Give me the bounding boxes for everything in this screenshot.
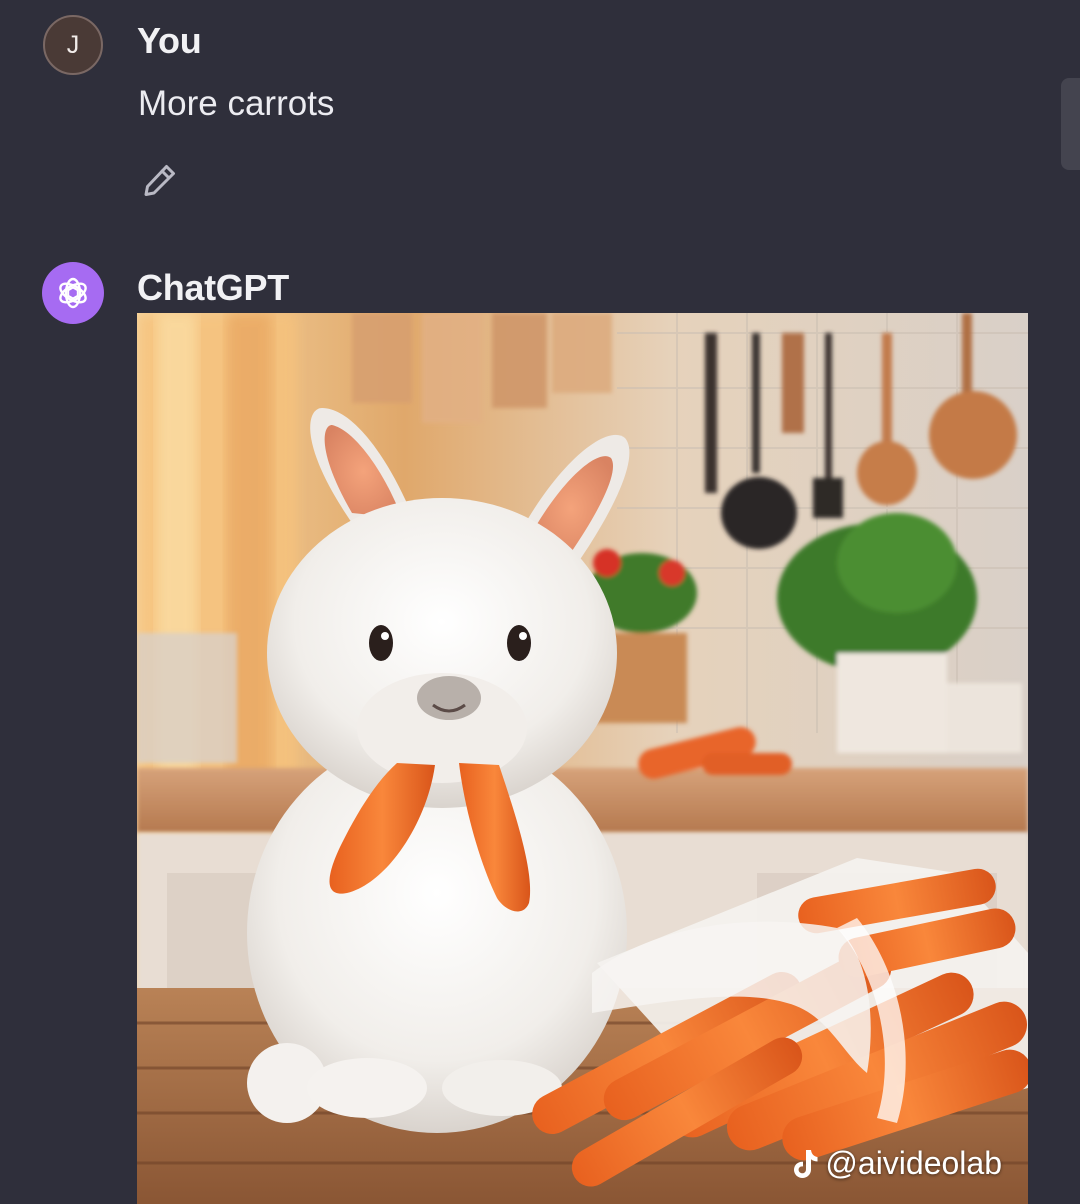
watermark-text: @aivideolab <box>825 1145 1002 1181</box>
chatgpt-author-name: ChatGPT <box>137 267 289 308</box>
chatgpt-avatar <box>42 262 104 324</box>
pencil-icon <box>144 165 175 196</box>
user-avatar-initial: J <box>66 30 80 59</box>
scrollbar-thumb[interactable] <box>1061 78 1080 170</box>
bunny-carrots-illustration <box>137 313 1028 1204</box>
tiktok-icon <box>794 1149 818 1178</box>
edit-message-button[interactable] <box>138 158 182 202</box>
user-avatar: J <box>43 15 103 75</box>
openai-logo-icon <box>59 277 87 309</box>
generated-image[interactable]: @aivideolab <box>137 313 1028 1204</box>
chat-window: J You More carrots ChatGPT @aivideolab <box>0 0 1080 1204</box>
user-message-text: More carrots <box>138 84 335 123</box>
user-author-name: You <box>137 20 202 61</box>
watermark: @aivideolab <box>791 1145 1002 1182</box>
